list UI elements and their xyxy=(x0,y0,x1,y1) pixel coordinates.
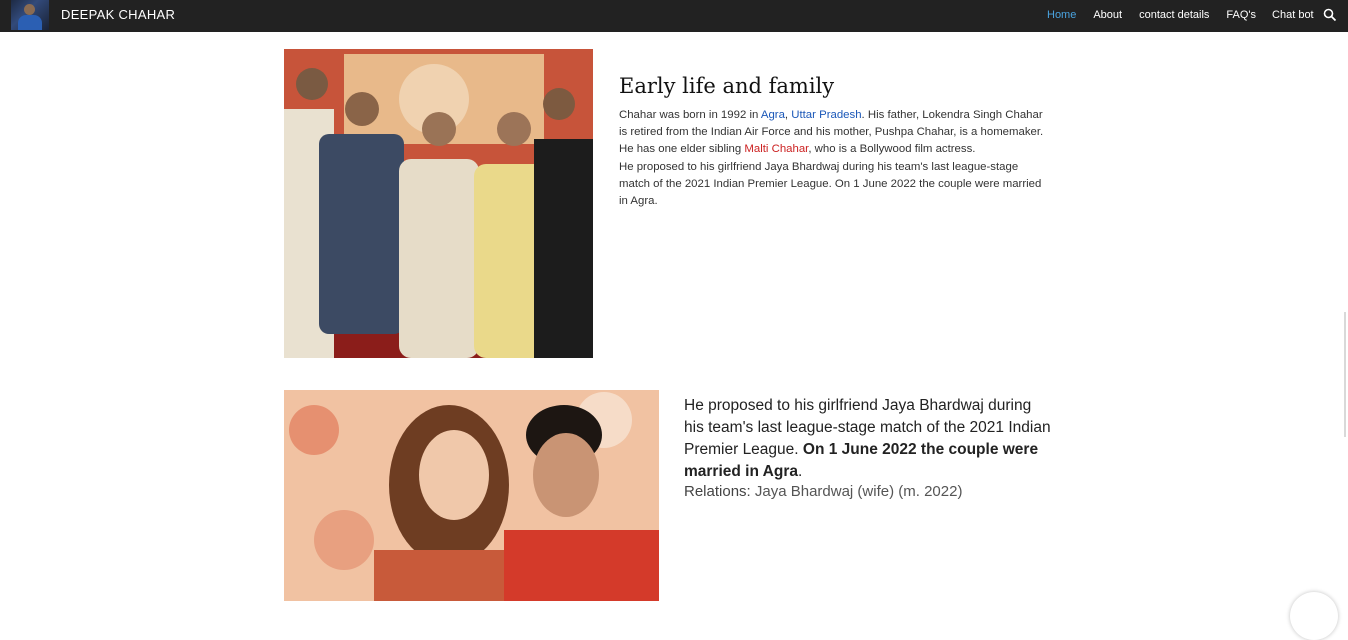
brand-title[interactable]: DEEPAK CHAHAR xyxy=(61,7,175,22)
avatar-body xyxy=(18,15,42,30)
nav-link-about[interactable]: About xyxy=(1093,9,1122,21)
top-navbar: DEEPAK CHAHAR Home About contact details… xyxy=(0,0,1348,32)
scrollbar-thumb[interactable] xyxy=(1344,312,1346,437)
nav-links: Home About contact details FAQ's Chat bo… xyxy=(1047,9,1314,21)
text-fragment: . xyxy=(798,463,803,480)
nav-link-chat-bot[interactable]: Chat bot xyxy=(1272,9,1314,21)
family-photo-illustration xyxy=(284,49,593,358)
couple-photo xyxy=(284,390,659,601)
relations-line: Relations: Jaya Bhardwaj (wife) (m. 2022… xyxy=(684,483,1054,501)
floating-action-button[interactable] xyxy=(1290,592,1338,640)
uttar-pradesh-link[interactable]: Uttar Pradesh xyxy=(791,109,861,121)
search-icon[interactable] xyxy=(1323,8,1337,22)
early-life-section: Early life and family Chahar was born in… xyxy=(619,74,1049,211)
relations-label: Relations: xyxy=(684,483,755,500)
text-fragment: Chahar was born in 1992 in xyxy=(619,109,761,121)
early-life-paragraph: Chahar was born in 1992 in Agra, Uttar P… xyxy=(619,107,1049,158)
nav-link-faqs[interactable]: FAQ's xyxy=(1226,9,1256,21)
marriage-section: He proposed to his girlfriend Jaya Bhard… xyxy=(684,395,1054,501)
nav-link-home[interactable]: Home xyxy=(1047,9,1076,21)
couple-photo-illustration xyxy=(284,390,659,601)
nav-link-contact-details[interactable]: contact details xyxy=(1139,9,1209,21)
brand-avatar[interactable] xyxy=(11,0,49,30)
text-fragment: , who is a Bollywood film actress. xyxy=(808,143,976,155)
malti-chahar-link[interactable]: Malti Chahar xyxy=(744,143,808,155)
relations-value: Jaya Bhardwaj (wife) (m. 2022) xyxy=(754,483,963,500)
section-heading: Early life and family xyxy=(619,74,835,98)
proposal-paragraph: He proposed to his girlfriend Jaya Bhard… xyxy=(619,161,1042,207)
family-photo xyxy=(284,49,593,358)
avatar-head xyxy=(24,4,35,15)
marriage-paragraph: He proposed to his girlfriend Jaya Bhard… xyxy=(684,395,1054,483)
agra-link[interactable]: Agra xyxy=(761,109,785,121)
